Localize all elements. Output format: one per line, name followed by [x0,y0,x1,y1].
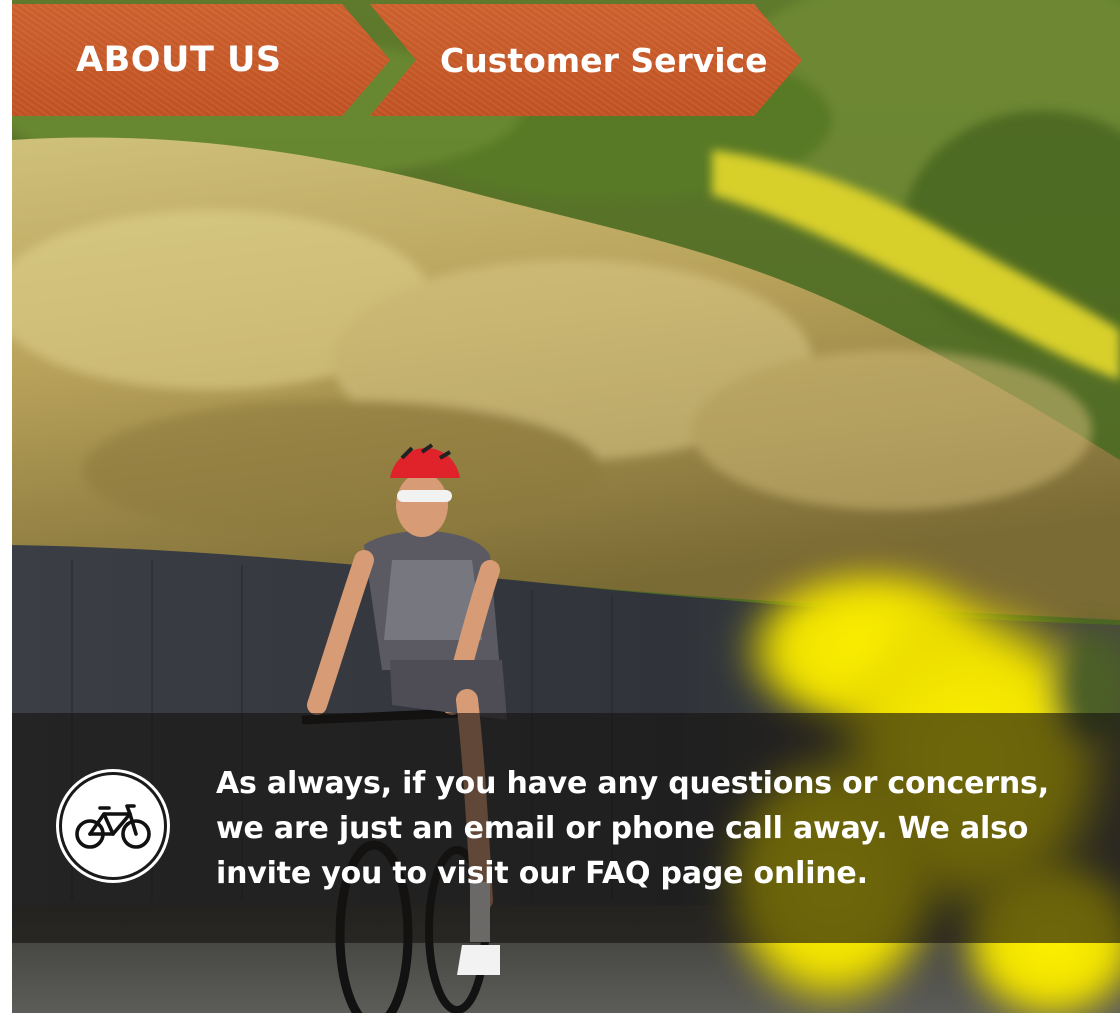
breadcrumb-about-us-label: ABOUT US [76,40,282,80]
breadcrumb-customer-service-label: Customer Service [440,40,768,80]
contact-info-panel: As always, if you have any questions or … [12,713,1120,943]
contact-message: As always, if you have any questions or … [216,766,1049,891]
breadcrumb-customer-service[interactable]: Customer Service [370,4,802,116]
breadcrumb-about-us[interactable]: ABOUT US [12,4,390,116]
bicycle-icon [59,772,167,880]
hero-section: ABOUT US Customer Service As always, if … [12,0,1120,1013]
